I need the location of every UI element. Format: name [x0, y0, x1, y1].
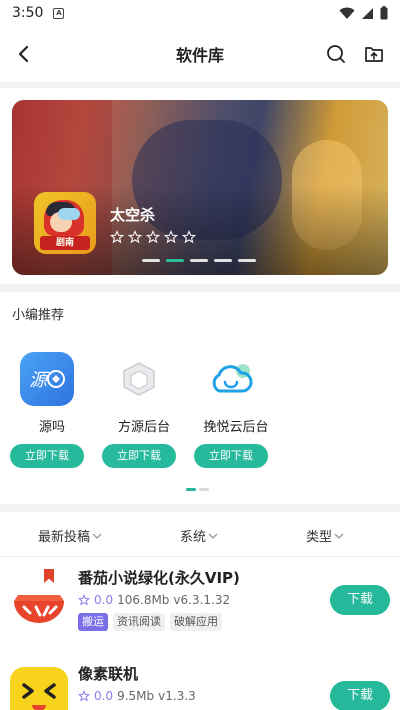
- recommend-pagination: [186, 488, 209, 491]
- chevron-down-icon: [208, 533, 218, 539]
- cloud-smile-app-icon: [204, 352, 258, 406]
- game-icon: 剧南: [34, 192, 96, 254]
- app-version: v1.3.3: [158, 689, 196, 703]
- game-icon-visor: [58, 208, 80, 220]
- chevron-down-icon: [92, 533, 102, 539]
- back-arrow-icon: [18, 45, 29, 63]
- section-title: 小编推荐: [12, 308, 65, 323]
- star-icon: [128, 230, 142, 244]
- filter-bar: 最新投稿 系统 类型: [0, 512, 400, 556]
- cube-app-icon: [112, 352, 166, 406]
- folder-upload-icon: [365, 47, 383, 62]
- cloud-smile-icon: [212, 364, 253, 393]
- banner-dot[interactable]: [238, 259, 256, 262]
- tag: 资讯阅读: [113, 613, 165, 631]
- filter-system-label: 系统: [180, 530, 207, 545]
- download-now-button[interactable]: 立即下载: [102, 444, 176, 468]
- search-button[interactable]: [322, 40, 350, 68]
- app-header: 软件库: [0, 26, 400, 82]
- upload-folder-button[interactable]: [360, 40, 388, 68]
- recommend-item[interactable]: 源 源吗 立即下载: [10, 352, 92, 472]
- banner-game-name: 太空杀: [110, 206, 156, 224]
- app-name: 番茄小说绿化(永久VIP): [78, 569, 240, 587]
- wifi-icon: [339, 7, 355, 19]
- download-now-button[interactable]: 立即下载: [194, 444, 268, 468]
- recommend-item[interactable]: 方源后台 立即下载: [102, 352, 184, 472]
- yuanma-logo: 源: [29, 370, 65, 391]
- app-rating: 0.0: [94, 689, 114, 703]
- download-button[interactable]: 下载: [330, 681, 390, 710]
- notification-icon: A: [53, 7, 65, 19]
- banner-dot[interactable]: [214, 259, 232, 262]
- rating-stars: [110, 230, 196, 244]
- pager-dot-active: [186, 488, 196, 491]
- filter-system[interactable]: 系统: [180, 526, 218, 545]
- status-time: 3:50: [12, 5, 44, 21]
- download-now-button[interactable]: 立即下载: [10, 444, 84, 468]
- featured-banner[interactable]: 剧南 太空杀: [12, 100, 388, 275]
- editor-picks-section: 小编推荐 源 源吗 立即下载 方源后台 立即下载 挽悦云后台 立即下载: [0, 292, 400, 504]
- pager-dot: [199, 488, 209, 491]
- app-rating: 0.0: [94, 593, 114, 607]
- pixel-face: [22, 683, 56, 710]
- tomato-icon: [14, 595, 64, 623]
- tag: 搬运: [78, 613, 108, 631]
- filter-latest[interactable]: 最新投稿: [38, 526, 102, 545]
- star-icon: [164, 230, 178, 244]
- yuanma-logo-text: 源: [29, 370, 50, 391]
- banner-dot[interactable]: [142, 259, 160, 262]
- app-name: 像素联机: [78, 665, 139, 683]
- banner-dot[interactable]: [190, 259, 208, 262]
- status-right: [339, 6, 388, 20]
- filter-type[interactable]: 类型: [306, 526, 344, 545]
- signal-icon: [362, 7, 373, 19]
- app-tags: 搬运 资讯阅读 破解应用: [78, 613, 222, 631]
- app-version: v6.3.1.32: [173, 593, 231, 607]
- star-icon: [182, 230, 196, 244]
- back-button[interactable]: [10, 40, 38, 68]
- star-outline-icon: [78, 690, 90, 702]
- star-icon: [146, 230, 160, 244]
- recommend-item-name: 挽悦云后台: [203, 420, 269, 435]
- star-icon: [110, 230, 124, 244]
- tomato-novel-icon: [10, 571, 68, 629]
- banner-pagination: [142, 259, 256, 262]
- cube-icon: [123, 362, 155, 396]
- banner-section: 剧南 太空杀: [0, 88, 400, 284]
- banner-dot-active[interactable]: [166, 259, 184, 262]
- list-item[interactable]: 番茄小说绿化(永久VIP) 0.0 106.8Mb v6.3.1.32 搬运 资…: [0, 557, 400, 647]
- yuanma-app-icon: 源: [20, 352, 74, 406]
- recommend-item-name: 源吗: [38, 420, 65, 435]
- tag: 破解应用: [170, 613, 222, 631]
- star-outline-icon: [78, 594, 90, 606]
- app-list: 番茄小说绿化(永久VIP) 0.0 106.8Mb v6.3.1.32 搬运 资…: [0, 557, 400, 710]
- app-meta: 0.0 106.8Mb v6.3.1.32: [78, 593, 230, 607]
- list-item[interactable]: 像素联机 0.0 9.5Mb v1.3.3 下载: [0, 653, 400, 710]
- filter-type-label: 类型: [306, 530, 333, 545]
- recommend-item[interactable]: 挽悦云后台 立即下载: [194, 352, 276, 472]
- recommend-item-name: 方源后台: [117, 420, 170, 435]
- download-button[interactable]: 下载: [330, 585, 390, 615]
- chevron-down-icon: [334, 533, 344, 539]
- battery-icon: [380, 6, 388, 20]
- game-icon-tag: 剧南: [40, 236, 90, 250]
- filter-latest-label: 最新投稿: [38, 530, 91, 545]
- app-size: 106.8Mb: [117, 593, 170, 607]
- pixel-face-icon: [10, 667, 68, 710]
- status-bar: 3:50 A: [0, 0, 400, 26]
- app-meta: 0.0 9.5Mb v1.3.3: [78, 689, 196, 703]
- app-size: 9.5Mb: [117, 689, 155, 703]
- search-icon: [327, 45, 345, 63]
